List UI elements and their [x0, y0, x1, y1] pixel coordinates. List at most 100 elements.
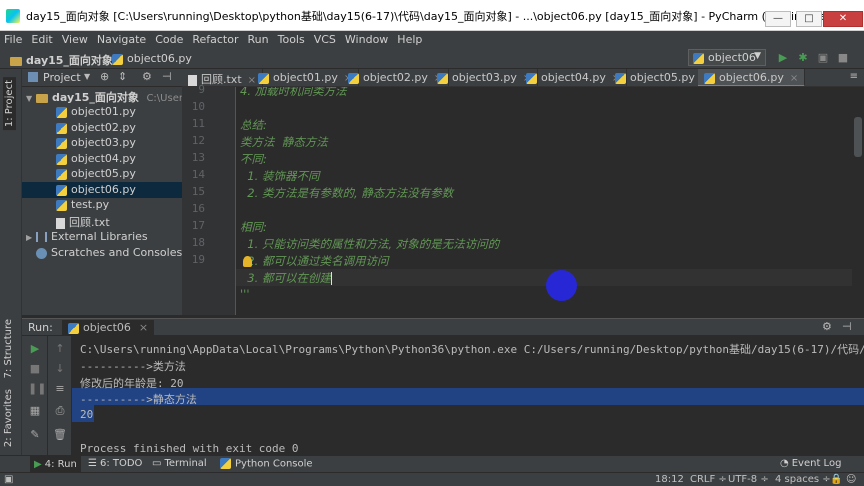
tree-file-label: object05.py	[71, 167, 136, 180]
menu-bar: File Edit View Navigate Code Refactor Ru…	[0, 31, 864, 47]
terminal-icon: ▭	[152, 458, 162, 469]
todo-tool-tab[interactable]: ☰ 6: TODO	[88, 458, 142, 469]
code-editor[interactable]: 4. 加载时机同类方法 总结: 类方法 静态方法 不同: 1. 装饰器不同 2.…	[236, 87, 852, 315]
menu-view[interactable]: View	[62, 33, 88, 46]
editor-scrollbar[interactable]	[852, 87, 864, 315]
lightbulb-icon[interactable]	[243, 256, 252, 267]
run-icon[interactable]: ▶	[776, 51, 790, 65]
event-log-tool-tab-label: Event Log	[791, 458, 842, 469]
pin-icon[interactable]: ✎	[28, 428, 42, 442]
folder-icon	[36, 93, 48, 103]
menu-refactor[interactable]: Refactor	[192, 33, 238, 46]
project-view-select[interactable]: Project	[43, 71, 81, 84]
rerun-icon[interactable]: ▶	[28, 342, 42, 356]
breadcrumb-project-label: day15_面向对象	[26, 54, 113, 67]
breadcrumb-project[interactable]: day15_面向对象	[10, 52, 113, 68]
close-button[interactable]: ✕	[823, 11, 863, 27]
print-icon[interactable]: ⎙	[53, 404, 67, 418]
down-arrow-icon[interactable]: ↓	[53, 362, 67, 376]
breadcrumb-file-label: object06.py	[127, 52, 192, 65]
menu-tools[interactable]: Tools	[278, 33, 305, 46]
menu-code[interactable]: Code	[155, 33, 183, 46]
console-line: 修改后的年龄是: 20	[80, 377, 184, 390]
trash-icon[interactable]: 🗑	[53, 428, 67, 442]
status-layout-icon[interactable]: ▣	[4, 474, 13, 485]
tree-file-object01[interactable]: object01.py	[22, 104, 182, 120]
chevron-down-icon[interactable]: ▼	[84, 72, 90, 81]
structure-tool-tab[interactable]: 7: Structure	[3, 319, 14, 378]
python-file-icon	[348, 72, 359, 84]
breadcrumb-file[interactable]: object06.py	[112, 52, 192, 65]
hide-panel-icon[interactable]: ⊣	[842, 320, 852, 333]
menu-window[interactable]: Window	[345, 33, 388, 46]
status-encoding[interactable]: UTF-8 ÷	[728, 474, 769, 485]
debug-icon[interactable]: ✱	[796, 51, 810, 65]
tree-file-label: object01.py	[71, 105, 136, 118]
tree-file-object05[interactable]: object05.py	[22, 166, 182, 182]
pause-icon[interactable]: ❚❚	[28, 382, 46, 396]
maximize-button[interactable]: □	[796, 11, 822, 27]
python-file-icon	[56, 153, 67, 165]
tab-label: object01.py	[273, 71, 338, 84]
tree-scratches[interactable]: Scratches and Consoles	[22, 245, 182, 261]
tree-file-review[interactable]: 回顾.txt	[22, 213, 182, 229]
python-file-icon	[56, 106, 67, 118]
tree-root[interactable]: ▼ day15_面向对象 C:\Users\running	[22, 88, 182, 104]
sync-icon[interactable]: ⊕	[100, 70, 109, 83]
run-tool-tab[interactable]: ▶ 4: Run	[30, 456, 81, 473]
tree-file-object03[interactable]: object03.py	[22, 135, 182, 151]
tab-label: object05.py	[630, 71, 695, 84]
layout-icon[interactable]: ▦	[28, 404, 42, 418]
run-config-select[interactable]: object06 ▼	[688, 49, 766, 66]
menu-file[interactable]: File	[4, 33, 22, 46]
tree-file-object06[interactable]: object06.py	[22, 182, 182, 198]
status-line-separator[interactable]: CRLF ÷	[690, 474, 727, 485]
python-console-tool-tab[interactable]: Python Console	[220, 458, 313, 470]
close-tab-icon[interactable]: ×	[139, 321, 148, 334]
gear-icon[interactable]: ⚙	[822, 320, 832, 333]
run-panel-label: Run:	[28, 321, 53, 334]
title-bar: day15_面向对象 [C:\Users\running\Desktop\pyt…	[0, 0, 864, 31]
stop-icon[interactable]: ■	[836, 51, 850, 65]
close-tab-icon[interactable]: ×	[790, 73, 798, 84]
menu-help[interactable]: Help	[397, 33, 422, 46]
collapse-icon[interactable]: ⇕	[118, 70, 127, 83]
status-caret-position[interactable]: 18:12	[655, 474, 684, 485]
hide-panel-icon[interactable]: ⊣	[162, 70, 172, 83]
tree-file-test[interactable]: test.py	[22, 197, 182, 213]
lock-icon[interactable]: 🔒	[830, 474, 842, 485]
minimize-button[interactable]: —	[765, 11, 791, 27]
tree-file-object02[interactable]: object02.py	[22, 120, 182, 136]
console-line: ---------->类方法	[80, 360, 186, 373]
inspection-icon[interactable]: ☺	[846, 474, 856, 485]
menu-run[interactable]: Run	[248, 33, 269, 46]
left-tool-strip: 1: Project 7: Structure 2: Favorites	[0, 69, 22, 455]
project-tool-tab[interactable]: 1: Project	[3, 77, 16, 131]
expand-arrow-icon[interactable]: ▼	[26, 94, 36, 103]
menu-navigate[interactable]: Navigate	[97, 33, 146, 46]
run-icon: ▶	[34, 459, 42, 470]
soft-wrap-icon[interactable]: ≡	[53, 382, 67, 396]
terminal-tool-tab[interactable]: ▭ Terminal	[152, 458, 207, 469]
run-console[interactable]: C:\Users\running\AppData\Local\Programs\…	[72, 336, 864, 455]
stop-icon[interactable]: ■	[28, 362, 42, 376]
code-line: 1. 装饰器不同	[240, 169, 320, 183]
line-number: 18	[191, 236, 205, 249]
up-arrow-icon[interactable]: ↑	[53, 342, 67, 356]
tab-label: object06.py	[719, 71, 784, 84]
event-log-tool-tab[interactable]: ◔ Event Log	[780, 458, 841, 469]
expand-arrow-icon[interactable]: ▶	[26, 233, 36, 242]
run-config-tab[interactable]: object06 ×	[62, 320, 155, 336]
status-indent[interactable]: 4 spaces ÷	[775, 474, 831, 485]
favorites-tool-tab[interactable]: 2: Favorites	[3, 389, 14, 447]
gear-icon[interactable]: ⚙	[142, 70, 152, 83]
tabs-overflow-icon[interactable]: ≡	[850, 71, 858, 82]
text-file-icon	[56, 217, 65, 229]
tree-external-libraries[interactable]: ▶ External Libraries	[22, 229, 182, 245]
scrollbar-thumb[interactable]	[854, 117, 862, 157]
tree-file-object04[interactable]: object04.py	[22, 151, 182, 167]
menu-edit[interactable]: Edit	[31, 33, 52, 46]
tab-object06[interactable]: object06.py ×	[698, 69, 806, 86]
coverage-icon[interactable]: ▣	[816, 51, 830, 65]
menu-vcs[interactable]: VCS	[314, 33, 336, 46]
